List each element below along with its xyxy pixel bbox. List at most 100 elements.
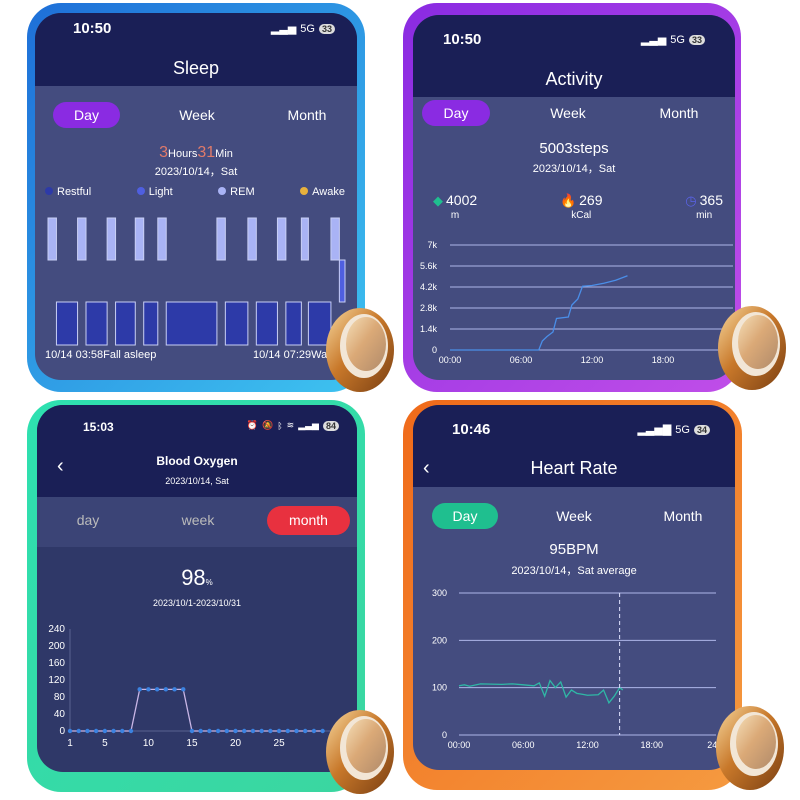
data-point [320, 728, 325, 734]
activity-screen: 10:50 ▂▃▅ 5G 33 Activity Day Week Month 50… [413, 15, 735, 380]
blood-oxygen-screen: 15:03 ⏰ 🔕 ᛒ ≋ ▂▃▅ 84 ‹ Blood Oxygen 2023/10/1… [37, 405, 357, 772]
clock-icon: ◷ [685, 193, 697, 208]
legend-dot [45, 187, 53, 195]
subtitle: 2023/10/14，Sat average [511, 565, 637, 577]
data-point [181, 687, 186, 692]
stat-unit: min [696, 210, 713, 221]
sleep-bar-rem [47, 217, 57, 261]
data-point [242, 728, 247, 734]
data-point [120, 728, 125, 734]
status-bar: ▂▃▅ 5G 33 [641, 33, 705, 46]
bpm-value: 95BPM [549, 541, 599, 558]
legend-item: Restful [45, 186, 91, 198]
sleep-bar-rem [330, 217, 340, 261]
tab-month[interactable]: Month [653, 503, 713, 529]
x-tick-label: 06:00 [512, 740, 535, 750]
battery-icon: 33 [688, 34, 705, 45]
data-point [259, 728, 264, 734]
legend-dot [136, 187, 145, 195]
flame-icon: 🔥 [559, 193, 577, 208]
data-point [128, 728, 134, 734]
status-time: 10:50 [73, 20, 112, 37]
y-tick-label: 5.6k [420, 261, 438, 271]
status-bar: ⏰ 🔕 ᛒ ≋ ▂▃▅ 84 [247, 420, 339, 431]
page-title: Activity [545, 69, 603, 89]
x-tick-label: 12:00 [581, 355, 604, 365]
page-title: Blood Oxygen [156, 454, 238, 468]
y-tick-label: 4.2k [420, 282, 438, 292]
date-range: 2023/10/1-2023/10/31 [152, 598, 242, 608]
sleep-bar-rem [77, 217, 87, 261]
data-point [93, 728, 99, 734]
date: 2023/10/14，Sat [532, 163, 616, 175]
stat-item: 🔥 269 kCal [560, 192, 603, 221]
sleep-bar-restful [165, 301, 218, 346]
data-point [294, 728, 299, 734]
tab-week[interactable]: Week [538, 100, 598, 126]
data-point [224, 728, 230, 734]
y-tick-label: 0 [432, 345, 437, 355]
data-point [146, 687, 151, 692]
tab-week[interactable]: Week [167, 102, 227, 128]
activity-chart: 7k 5.6k 4.2k 2.8k 1.4k 000:00 06:00 12:00 18:00 [420, 240, 733, 365]
tab-week[interactable]: week [167, 507, 229, 533]
signal-icon: ▂▃▅ [270, 23, 297, 35]
date: 2023/10/14，Sat [154, 166, 238, 178]
signal-icon: ▂▃▅ [640, 34, 667, 46]
tab-day[interactable]: Day [422, 100, 490, 126]
sleep-bar-restful [224, 301, 249, 346]
status-time: 15:03 [83, 420, 114, 434]
legend-item: Light [136, 186, 173, 198]
mute-icon: 🔕 [262, 420, 274, 430]
battery-icon: 33 [318, 23, 335, 34]
x-tick-label: 00:00 [448, 740, 471, 750]
wifi-icon: ≋ [286, 420, 295, 430]
tab-day[interactable]: Day [432, 503, 498, 529]
status-time: 10:46 [452, 421, 491, 438]
data-point [250, 728, 256, 734]
sleep-screen: 10:50 ▂▃▅ 5G 33 Sleep Day Week Month 3Hour… [35, 13, 357, 380]
data-point [233, 728, 238, 734]
start-label: 10/14 03:58Fall asleep [45, 349, 157, 361]
end-label: 10/14 07:29Wa [253, 349, 328, 361]
tab-month[interactable]: Month [649, 100, 709, 126]
data-point [102, 728, 108, 734]
oxygen-value: 98% [181, 565, 213, 590]
x-tick-label: 15 [186, 738, 198, 749]
tab-day[interactable]: day [57, 507, 119, 533]
stat-value: 4002 [446, 192, 478, 208]
tab-month[interactable]: Month [277, 102, 337, 128]
x-tick-label: 25 [274, 738, 286, 749]
data-point [268, 728, 273, 734]
distance-icon: ◆ [433, 193, 443, 208]
y-tick-label: 200 [432, 635, 447, 645]
sleep-bar-restful [143, 301, 159, 346]
y-tick-label: 120 [48, 675, 65, 686]
x-tick-label: 1 [67, 738, 73, 749]
legend-item: REM [218, 186, 255, 198]
x-tick-label: 12:00 [576, 740, 599, 750]
tab-month[interactable]: month [267, 506, 350, 535]
x-tick-label: 18:00 [640, 740, 663, 750]
sleep-bar-light [338, 259, 346, 303]
stat-item: ◷ 365 min [685, 192, 723, 221]
data-point [137, 687, 142, 692]
legend-label: REM [230, 186, 255, 198]
y-tick-label: 0 [59, 726, 65, 737]
data-point [189, 728, 195, 734]
sleep-bar-restful [85, 301, 108, 346]
stat-unit: m [450, 210, 460, 221]
date: 2023/10/14, Sat [165, 476, 229, 486]
x-tick-label: 00:00 [439, 355, 462, 365]
x-tick-label: 24:0 [707, 740, 725, 750]
legend-label: Light [148, 186, 173, 198]
sleep-bar-rem [247, 217, 257, 261]
y-tick-label: 0 [442, 730, 447, 740]
tab-week[interactable]: Week [544, 503, 604, 529]
tab-day[interactable]: Day [53, 102, 120, 128]
y-tick-label: 300 [432, 588, 447, 598]
sleep-duration: 3Hours31Min [159, 144, 233, 161]
data-point [215, 728, 221, 734]
y-tick-label: 200 [48, 641, 65, 652]
stats-row: ◆ 4002 m 🔥 269 kCal ◷ 365 min [433, 192, 723, 221]
